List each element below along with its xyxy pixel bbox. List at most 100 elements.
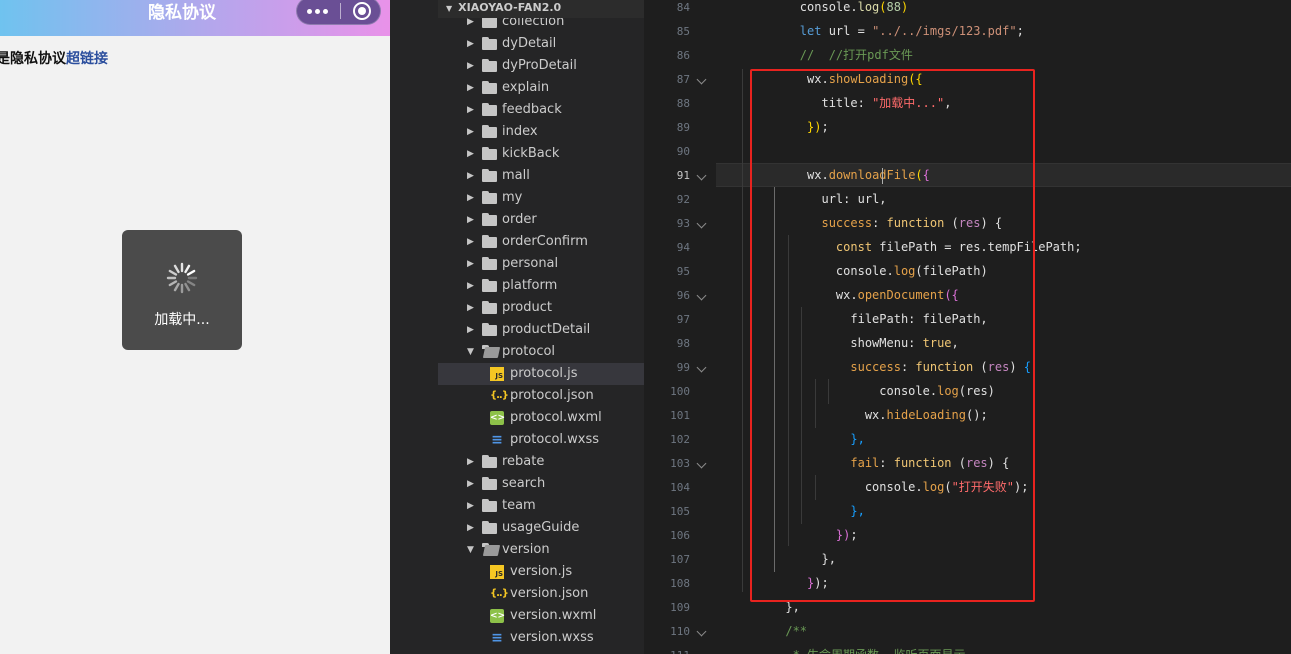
chevron-right-icon[interactable]: ▶ [467,209,477,231]
tree-folder[interactable]: ▶ dyProDetail [438,55,644,77]
tree-folder[interactable]: ▶ dyDetail [438,33,644,55]
tree-folder[interactable]: ▶ rebate [438,451,644,473]
chevron-right-icon[interactable]: ▶ [467,187,477,209]
line-number: 93 [676,217,690,230]
tree-file[interactable]: ≡ version.wxss [438,627,644,649]
tree-folder[interactable]: ▶ personal [438,253,644,275]
code-line: * 生命周期函数--监听页面显示 [742,643,966,654]
chevron-down-icon[interactable]: ▼ [467,341,477,363]
chevron-right-icon[interactable]: ▶ [467,99,477,121]
tree-folder[interactable]: ▶ productDetail [438,319,644,341]
tree-folder[interactable]: ▶ team [438,495,644,517]
tree-item-label: search [502,476,546,491]
tree-item-label: explain [502,80,550,95]
tree-folder[interactable]: ▶ kickBack [438,143,644,165]
tree-item-label: version [502,542,550,557]
tree-file[interactable]: JS protocol.js [438,363,644,385]
tree-file[interactable]: JS version.js [438,561,644,583]
chevron-right-icon[interactable]: ▶ [467,143,477,165]
hyperlink[interactable]: 超链接 [66,51,108,67]
chevron-right-icon[interactable]: ▶ [467,55,477,77]
tree-folder[interactable]: ▼ protocol [438,341,644,363]
tree-folder[interactable]: ▼ version [438,539,644,561]
tree-item-label: my [502,190,523,205]
tree-folder[interactable]: ▶ my [438,187,644,209]
project-title: XIAOYAO-FAN2.0 [458,1,562,14]
chevron-right-icon[interactable]: ▶ [467,165,477,187]
folder-icon [482,521,497,534]
tree-folder[interactable]: ▶ product [438,297,644,319]
tree-folder[interactable]: ▶ orderConfirm [438,231,644,253]
fold-chevron-icon[interactable] [696,291,708,303]
chevron-right-icon[interactable]: ▶ [467,319,477,341]
tree-folder[interactable]: ▶ usageGuide [438,517,644,539]
tree-folder[interactable]: ▶ search [438,473,644,495]
tree-folder[interactable]: ▶ index [438,121,644,143]
chevron-right-icon[interactable]: ▶ [467,77,477,99]
tree-folder[interactable]: ▶ feedback [438,99,644,121]
code-line: console.log(88) [799,0,909,14]
folder-icon [482,235,497,248]
more-icon[interactable] [307,4,331,18]
line-number: 106 [670,529,690,542]
tree-file[interactable]: {..} version.json [438,583,644,605]
line-number: 109 [670,601,690,614]
toast-text: 加载中... [154,312,210,328]
folder-icon [482,147,497,160]
chevron-down-icon[interactable]: ▼ [467,539,477,561]
chevron-right-icon[interactable]: ▶ [467,253,477,275]
folder-icon [482,37,497,50]
line-number: 105 [670,505,690,518]
chevron-right-icon[interactable]: ▶ [467,275,477,297]
chevron-right-icon[interactable]: ▶ [467,517,477,539]
tree-file[interactable]: <> protocol.wxml [438,407,644,429]
tree-file[interactable]: {..} protocol.json [438,385,644,407]
fold-chevron-icon[interactable] [696,219,708,231]
chevron-right-icon[interactable]: ▶ [467,297,477,319]
chevron-right-icon[interactable]: ▶ [467,231,477,253]
highlight-box [750,69,1035,602]
fold-chevron-icon[interactable] [696,75,708,87]
folder-icon [482,477,497,490]
folder-icon [482,169,497,182]
folder-icon [482,499,497,512]
tree-item-label: product [502,300,553,315]
project-title-row[interactable]: ▼ XIAOYAO-FAN2.0 [438,0,644,18]
tree-folder[interactable]: ▶ explain [438,77,644,99]
tree-item-label: index [502,124,538,139]
tree-item-label: protocol.js [510,366,578,381]
line-number: 103 [670,457,690,470]
line-number: 96 [676,289,690,302]
tree-folder[interactable]: ▶ platform [438,275,644,297]
fold-chevron-icon[interactable] [696,363,708,375]
folder-icon [482,103,497,116]
fold-chevron-icon[interactable] [696,627,708,639]
chevron-right-icon[interactable]: ▶ [467,495,477,517]
tree-file[interactable]: ≡ protocol.wxss [438,429,644,451]
fold-chevron-icon[interactable] [696,171,708,183]
folder-icon [482,59,497,72]
line-number: 102 [670,433,690,446]
fold-chevron-icon[interactable] [696,459,708,471]
line-number: 107 [670,553,690,566]
js-file-icon: JS [490,367,504,381]
tree-item-label: version.wxss [510,630,594,645]
tree-item-label: dyDetail [502,36,557,51]
chevron-right-icon[interactable]: ▶ [467,121,477,143]
chevron-right-icon[interactable]: ▶ [467,473,477,495]
tree-item-label: version.js [510,564,573,579]
tree-item-label: personal [502,256,559,271]
tree-folder[interactable]: ▶ order [438,209,644,231]
tree-item-label: version.json [510,586,589,601]
folder-icon [482,323,497,336]
close-circle-icon[interactable] [353,2,371,20]
folder-icon [482,81,497,94]
chevron-right-icon[interactable]: ▶ [467,33,477,55]
tree-item-label: rebate [502,454,545,469]
tree-file[interactable]: <> version.wxml [438,605,644,627]
folder-icon [482,301,497,314]
line-number: 94 [676,241,690,254]
tree-folder[interactable]: ▶ mall [438,165,644,187]
chevron-right-icon[interactable]: ▶ [467,451,477,473]
simulator-panel: ‹ 隐私协议 是隐私协议超链接 加载中... [0,0,390,654]
